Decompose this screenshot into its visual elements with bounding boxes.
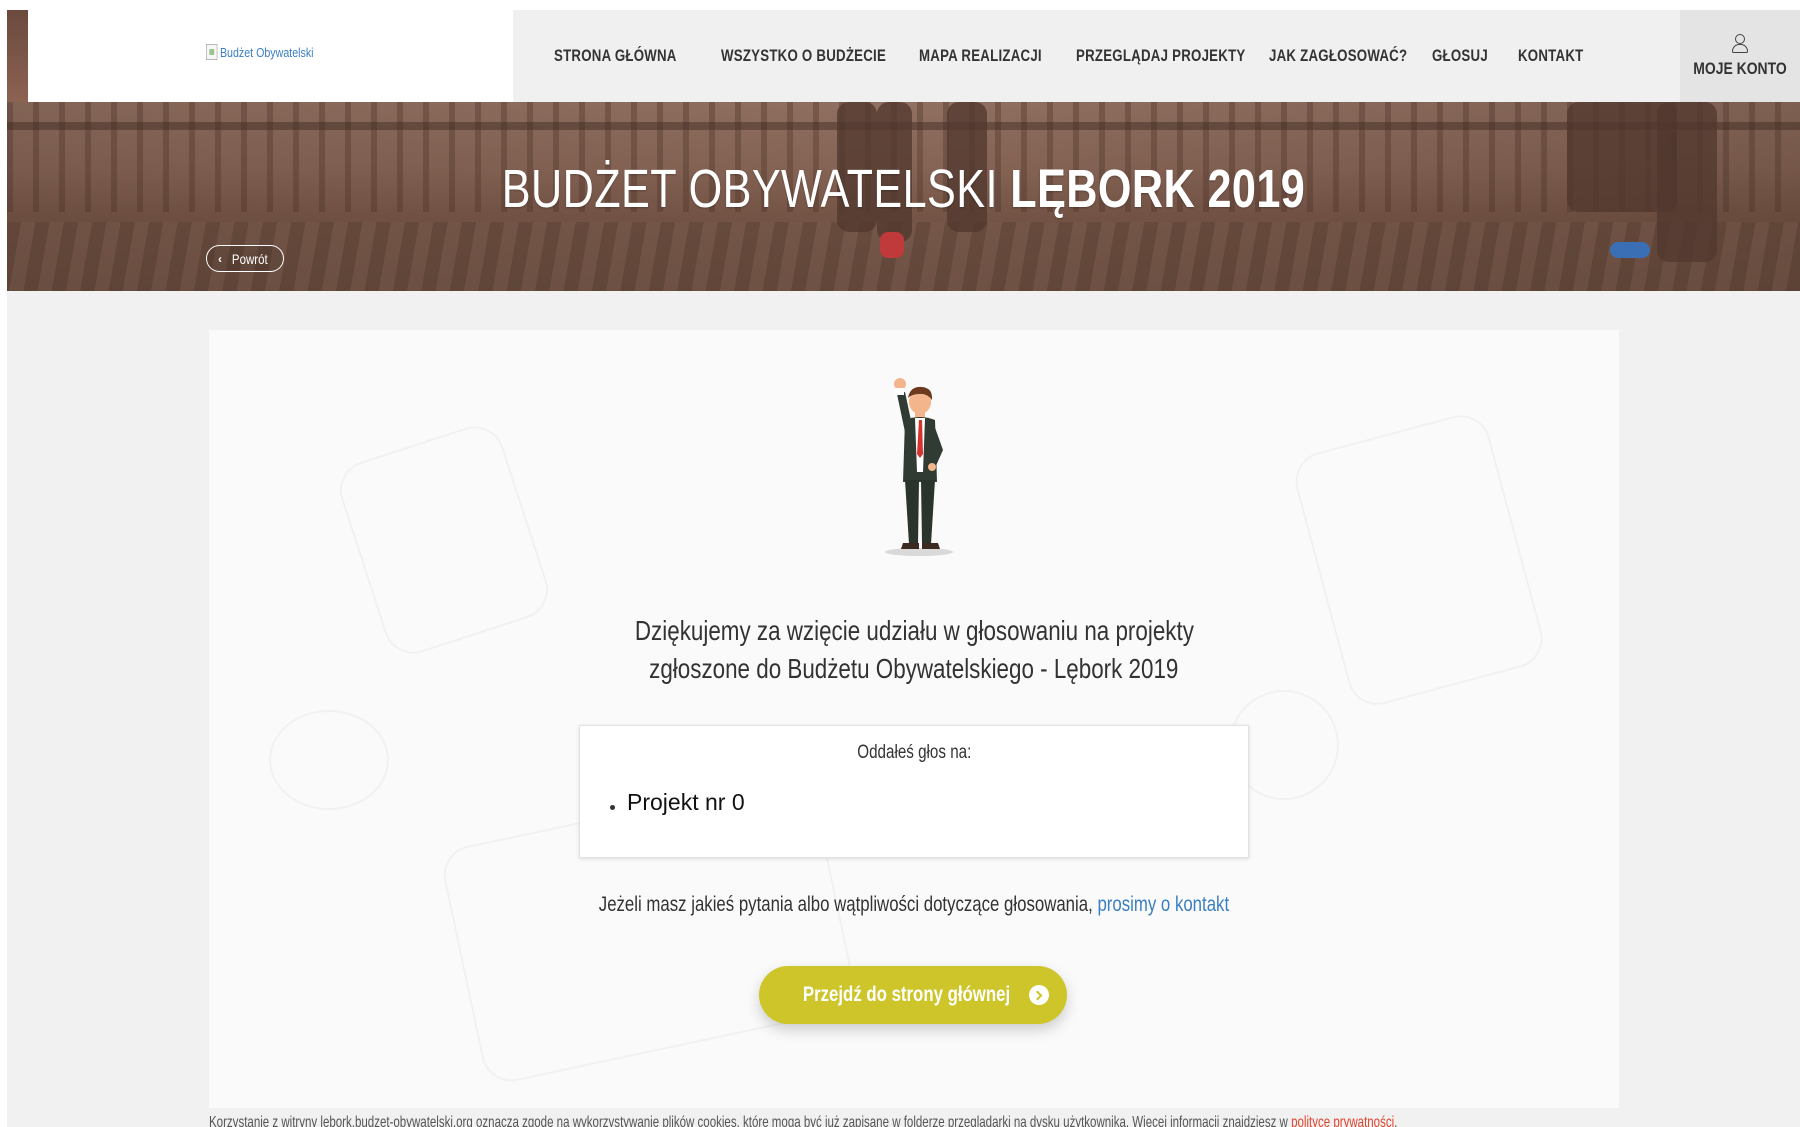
cookie-notice-text: Korzystanie z witryny lebork.budzet-obyw… <box>209 1114 1397 1127</box>
logo-strip <box>7 10 28 102</box>
nav-item-about-budget[interactable]: WSZYSTKO O BUDŻECIE <box>721 46 886 66</box>
thank-you-message: Dziękujemy za wzięcie udziału w głosowan… <box>209 612 1619 688</box>
page-title-regular: BUDŻET OBYWATELSKI <box>501 159 998 219</box>
top-navigation-bar: Budżet Obywatelski STRONA GŁÓWNA WSZYSTK… <box>7 10 1800 102</box>
logo-alt-text: Budżet Obywatelski <box>219 44 314 60</box>
contact-text: Jeżeli masz jakieś pytania albo wątpliwo… <box>598 893 1093 916</box>
nav-item-realization-map[interactable]: MAPA REALIZACJI <box>919 46 1042 66</box>
list-item: Projekt nr 0 <box>610 789 745 816</box>
hero-background-figure <box>1657 102 1717 262</box>
cookie-notice-body: Korzystanie z witryny lebork.budzet-obyw… <box>209 1114 1288 1127</box>
hero-background-shoe <box>1610 242 1650 258</box>
site-logo[interactable]: Budżet Obywatelski <box>206 44 314 60</box>
arrow-circle-right-icon <box>1028 985 1049 1005</box>
nav-item-contact[interactable]: KONTAKT <box>1518 46 1583 66</box>
nav-item-browse-projects[interactable]: PRZEGLĄDAJ PROJEKTY <box>1076 46 1245 66</box>
privacy-policy-link[interactable]: polityce prywatności <box>1291 1114 1394 1127</box>
confirmation-card: Dziękujemy za wzięcie udziału w głosowan… <box>209 330 1619 1108</box>
back-button[interactable]: ‹ Powrót <box>206 245 284 272</box>
page-title: BUDŻET OBYWATELSKI LĘBORK 2019 <box>186 158 1620 220</box>
thank-you-line-1: Dziękujemy za wzięcie udziału w głosowan… <box>634 615 1194 646</box>
thank-you-line-2: zgłoszone do Budżetu Obywatelskiego - Lę… <box>649 653 1179 684</box>
cheering-man-illustration <box>885 378 953 556</box>
decor-camera <box>269 710 389 810</box>
back-button-label: Powrót <box>231 250 268 267</box>
voted-project-name: Projekt nr 0 <box>627 789 745 815</box>
go-to-homepage-label: Przejdź do strony głównej <box>803 983 1011 1006</box>
contact-info: Jeżeli masz jakieś pytania albo wątpliwo… <box>209 893 1619 917</box>
chevron-left-icon: ‹ <box>218 251 222 266</box>
vote-summary-heading: Oddałeś głos na: <box>580 742 1248 764</box>
page: Budżet Obywatelski STRONA GŁÓWNA WSZYSTK… <box>7 10 1800 1127</box>
broken-image-icon <box>206 44 218 60</box>
cookie-notice: Korzystanie z witryny lebork.budzet-obyw… <box>7 1112 1800 1127</box>
my-account-label: MOJE KONTO <box>1693 58 1787 78</box>
vote-summary-heading-text: Oddałeś głos na: <box>856 742 972 763</box>
nav-item-how-to-vote[interactable]: JAK ZAGŁOSOWAĆ? <box>1269 46 1407 66</box>
logo-area: Budżet Obywatelski <box>28 10 513 102</box>
contact-link[interactable]: prosimy o kontakt <box>1098 893 1230 916</box>
go-to-homepage-button[interactable]: Przejdź do strony głównej <box>759 966 1067 1024</box>
main-nav: STRONA GŁÓWNA WSZYSTKO O BUDŻECIE MAPA R… <box>554 10 1635 102</box>
nav-item-vote[interactable]: GŁOSUJ <box>1432 46 1488 66</box>
page-title-bold: LĘBORK 2019 <box>1010 159 1306 219</box>
hero-background-shoe <box>880 232 904 258</box>
bullet-icon <box>610 805 615 810</box>
my-account-button[interactable]: MOJE KONTO <box>1680 10 1800 102</box>
cookie-notice-suffix: . <box>1394 1114 1398 1127</box>
nav-item-home[interactable]: STRONA GŁÓWNA <box>554 46 676 66</box>
user-icon <box>1731 33 1749 56</box>
hero-banner: BUDŻET OBYWATELSKI LĘBORK 2019 ‹ Powrót <box>7 102 1800 291</box>
vote-summary-box: Oddałeś głos na: Projekt nr 0 <box>579 725 1249 858</box>
